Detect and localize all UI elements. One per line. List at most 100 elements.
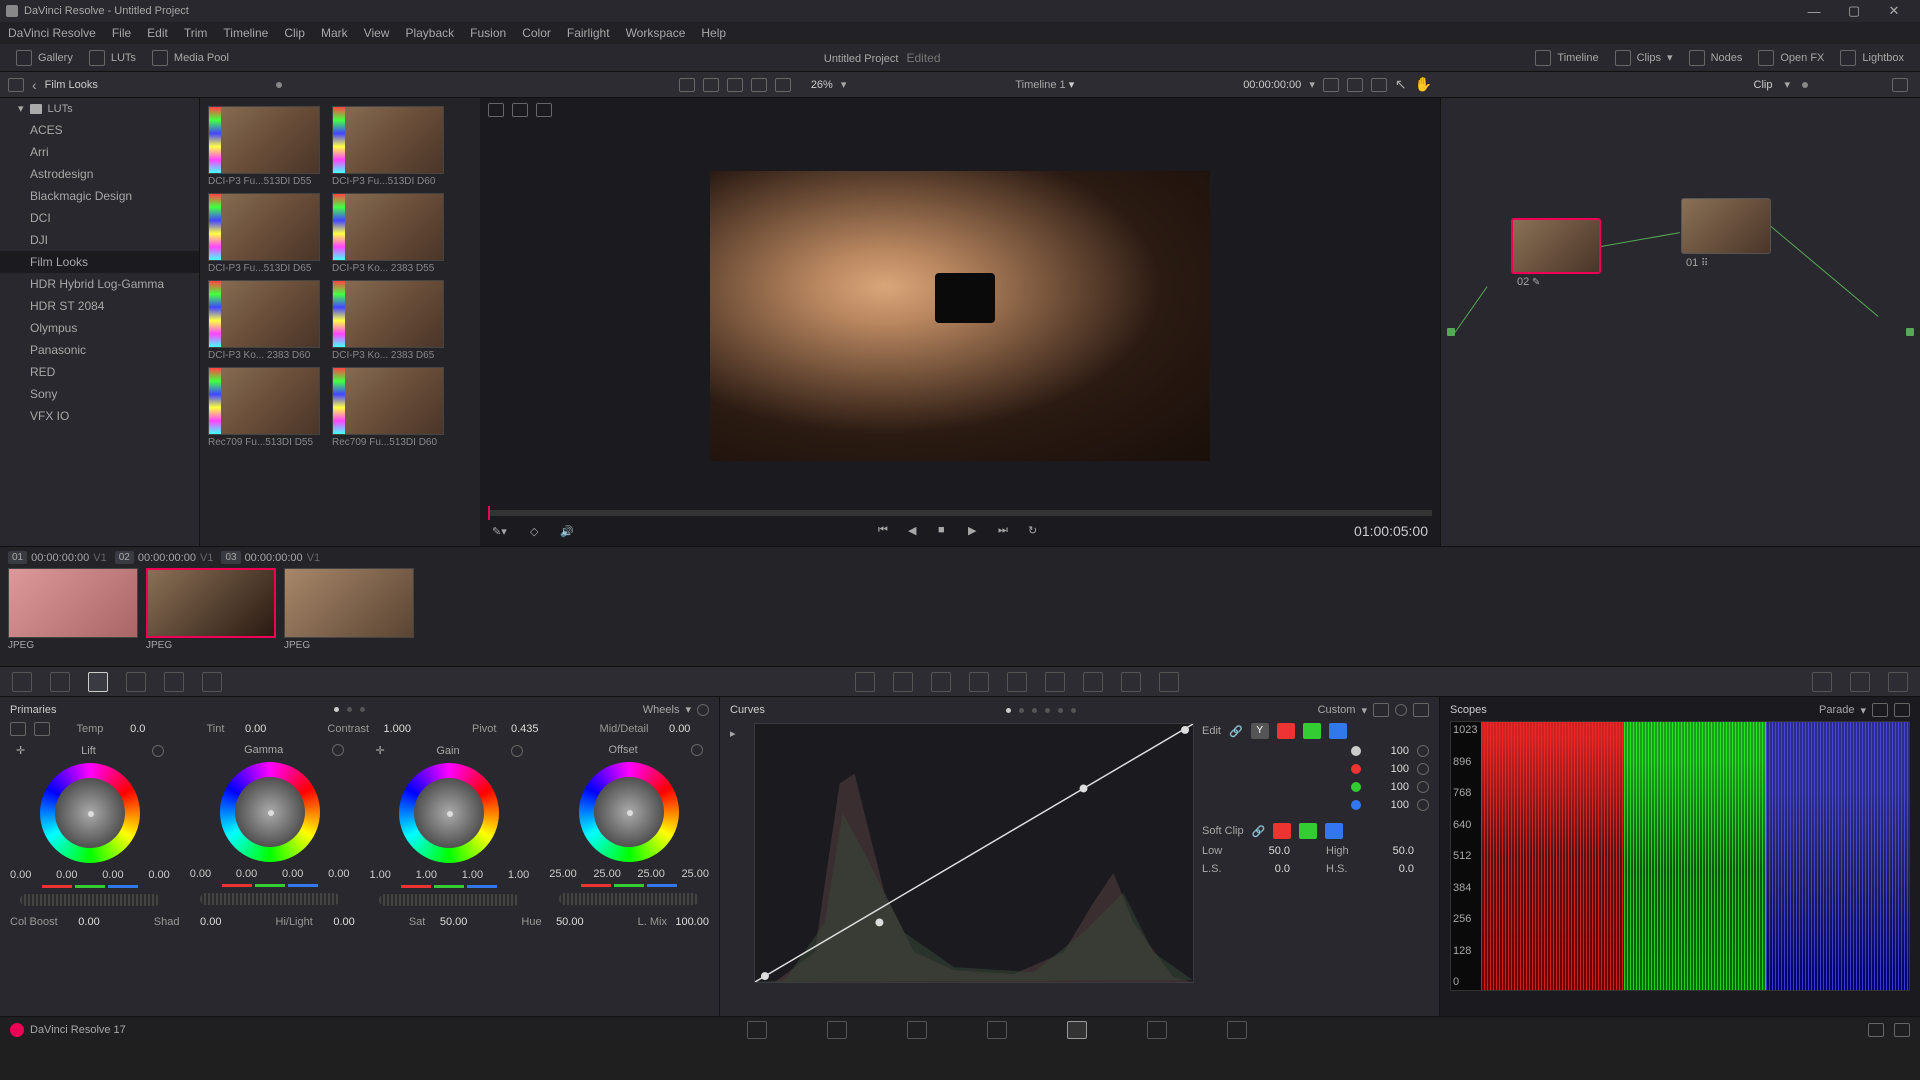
node-01[interactable]: 01 ⠿ bbox=[1681, 198, 1771, 254]
color-match-icon[interactable] bbox=[50, 672, 70, 692]
gallery-label[interactable]: Gallery bbox=[38, 52, 73, 64]
key-icon[interactable] bbox=[1121, 672, 1141, 692]
timeline-name[interactable]: Timeline 1 ▾ bbox=[854, 78, 1235, 91]
close-button[interactable]: ✕ bbox=[1874, 3, 1914, 19]
window-icon[interactable] bbox=[969, 672, 989, 692]
tree-item[interactable]: Astrodesign bbox=[0, 163, 199, 185]
more-icon[interactable] bbox=[1413, 703, 1429, 717]
more-icon[interactable] bbox=[1892, 78, 1908, 92]
hs-value[interactable]: 0.0 bbox=[1374, 863, 1414, 875]
play-button[interactable]: ▶ bbox=[968, 524, 982, 538]
stop-button[interactable]: ■ bbox=[938, 524, 952, 538]
tree-item[interactable]: Panasonic bbox=[0, 339, 199, 361]
cut-page-icon[interactable] bbox=[827, 1021, 847, 1039]
timecode[interactable]: 00:00:00:00 bbox=[1243, 79, 1301, 91]
media-page-icon[interactable] bbox=[747, 1021, 767, 1039]
menu-item[interactable]: Help bbox=[701, 26, 726, 40]
tracking-icon[interactable] bbox=[1007, 672, 1027, 692]
page-dots[interactable] bbox=[1006, 708, 1076, 713]
scopes-icon[interactable] bbox=[1850, 672, 1870, 692]
chevron-down-icon[interactable]: ▾ bbox=[841, 78, 847, 91]
lightbox-icon[interactable] bbox=[1840, 50, 1856, 66]
pivot-value[interactable]: 0.435 bbox=[503, 723, 539, 735]
node-output[interactable] bbox=[1906, 328, 1914, 336]
curve-editor[interactable] bbox=[754, 723, 1194, 983]
openfx-icon[interactable] bbox=[1758, 50, 1774, 66]
menu-item[interactable]: Fairlight bbox=[567, 26, 610, 40]
expand-icon[interactable] bbox=[1872, 703, 1888, 717]
maximize-button[interactable]: ▢ bbox=[1834, 3, 1874, 19]
crosshair-icon[interactable]: ✛ bbox=[16, 744, 25, 757]
viewer-mode-icon[interactable] bbox=[488, 103, 504, 117]
curves-icon[interactable] bbox=[855, 672, 875, 692]
clips-icon[interactable] bbox=[1615, 50, 1631, 66]
shad-value[interactable]: 0.00 bbox=[185, 916, 221, 928]
menu-item[interactable]: File bbox=[112, 26, 131, 40]
y-channel-button[interactable]: Y bbox=[1251, 723, 1269, 739]
lut-item[interactable]: DCI-P3 Ko... 2383 D60 bbox=[208, 280, 320, 363]
lightbox-toggle[interactable]: Lightbox bbox=[1862, 52, 1904, 64]
search-icon[interactable] bbox=[751, 78, 767, 92]
menu-item[interactable]: Workspace bbox=[626, 26, 686, 40]
tree-item[interactable]: HDR Hybrid Log-Gamma bbox=[0, 273, 199, 295]
timeline-toggle[interactable]: Timeline bbox=[1557, 52, 1598, 64]
red-dot[interactable] bbox=[1351, 764, 1361, 774]
colboost-value[interactable]: 0.00 bbox=[64, 916, 100, 928]
grid-view-icon[interactable] bbox=[703, 78, 719, 92]
reset-icon[interactable] bbox=[691, 744, 703, 756]
link-icon[interactable]: 🔗 bbox=[1229, 725, 1243, 738]
reset-icon[interactable] bbox=[1417, 763, 1429, 775]
gallery-icon[interactable] bbox=[16, 50, 32, 66]
menu-item[interactable]: Edit bbox=[147, 26, 168, 40]
wheels-mode[interactable]: Wheels bbox=[643, 704, 680, 716]
fairlight-page-icon[interactable] bbox=[1147, 1021, 1167, 1039]
menu-item[interactable]: Mark bbox=[321, 26, 348, 40]
middetail-value[interactable]: 0.00 bbox=[654, 723, 690, 735]
g-softclip-button[interactable] bbox=[1299, 823, 1317, 839]
tree-item[interactable]: Olympus bbox=[0, 317, 199, 339]
lut-item[interactable]: Rec709 Fu...513DI D55 bbox=[208, 367, 320, 450]
g-channel-button[interactable] bbox=[1303, 723, 1321, 739]
chevron-down-icon[interactable]: ▾ bbox=[1361, 704, 1367, 717]
lum-dot[interactable] bbox=[1351, 746, 1361, 756]
settings-icon[interactable] bbox=[1894, 1023, 1910, 1037]
ls-value[interactable]: 0.0 bbox=[1250, 863, 1290, 875]
info-icon[interactable] bbox=[1888, 672, 1908, 692]
first-frame-button[interactable]: ⏮ bbox=[878, 524, 892, 538]
sort-icon[interactable] bbox=[679, 78, 695, 92]
picker-icon[interactable] bbox=[34, 722, 50, 736]
nodes-icon[interactable] bbox=[1689, 50, 1705, 66]
offset-jog[interactable] bbox=[559, 893, 699, 905]
audio-icon[interactable]: 🔊 bbox=[560, 525, 574, 538]
expand-icon[interactable] bbox=[1347, 78, 1363, 92]
reset-icon[interactable] bbox=[152, 745, 164, 757]
clip-thumbnail-selected[interactable]: JPEG bbox=[146, 568, 276, 651]
sizing-icon[interactable] bbox=[1159, 672, 1179, 692]
lum-value[interactable]: 100 bbox=[1369, 745, 1409, 757]
lut-item[interactable]: DCI-P3 Ko... 2383 D65 bbox=[332, 280, 444, 363]
lift-wheel[interactable] bbox=[40, 763, 140, 863]
b-softclip-button[interactable] bbox=[1325, 823, 1343, 839]
reset-icon[interactable] bbox=[511, 745, 523, 757]
pointer-icon[interactable]: ↖ bbox=[1395, 76, 1407, 93]
nodes-toggle[interactable]: Nodes bbox=[1711, 52, 1743, 64]
color-wheels-icon[interactable] bbox=[88, 672, 108, 692]
tree-item[interactable]: RED bbox=[0, 361, 199, 383]
lut-item[interactable]: Rec709 Fu...513DI D60 bbox=[332, 367, 444, 450]
temp-value[interactable]: 0.0 bbox=[109, 723, 145, 735]
tree-item[interactable]: Sony bbox=[0, 383, 199, 405]
red-value[interactable]: 100 bbox=[1369, 763, 1409, 775]
auto-balance-icon[interactable] bbox=[10, 722, 26, 736]
zoom-level[interactable]: 26% bbox=[811, 79, 833, 91]
reset-icon[interactable] bbox=[697, 704, 709, 716]
contrast-value[interactable]: 1.000 bbox=[375, 723, 411, 735]
spline-toggle[interactable]: ▸ bbox=[730, 723, 746, 983]
loop-icon[interactable] bbox=[1323, 78, 1339, 92]
node-editor[interactable]: 02 ✎ 01 ⠿ bbox=[1440, 98, 1920, 546]
clip-thumbnail[interactable]: JPEG bbox=[284, 568, 414, 651]
keyframe-icon[interactable] bbox=[1812, 672, 1832, 692]
qualifier-icon[interactable] bbox=[931, 672, 951, 692]
picker-icon[interactable]: ✎▾ bbox=[492, 525, 507, 538]
tint-value[interactable]: 0.00 bbox=[230, 723, 266, 735]
menu-item[interactable]: Timeline bbox=[223, 26, 268, 40]
